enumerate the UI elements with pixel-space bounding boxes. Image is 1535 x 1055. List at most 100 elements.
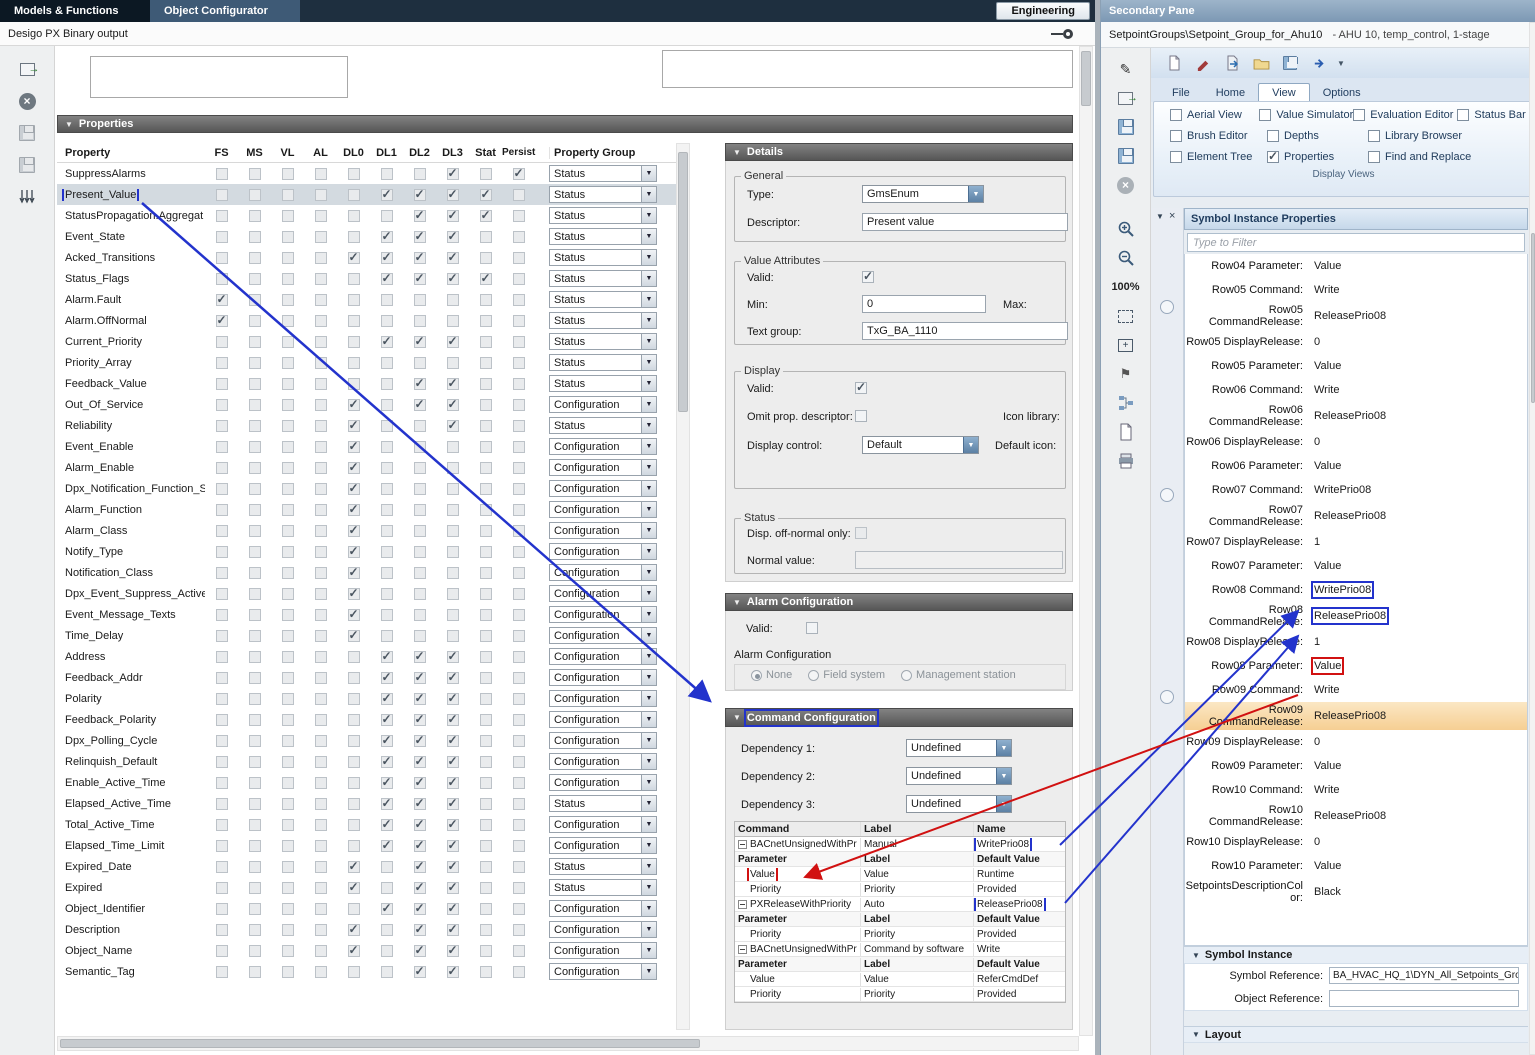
save-icon[interactable] — [16, 122, 38, 144]
check-cell[interactable] — [337, 903, 370, 915]
valid-checkbox[interactable] — [862, 271, 874, 283]
alarm-panel-header[interactable]: ▼ Alarm Configuration — [725, 593, 1073, 611]
table-row[interactable]: Relinquish_Default Configuration ▼ — [57, 751, 676, 772]
check-cell[interactable] — [337, 735, 370, 747]
check-cell[interactable] — [502, 504, 535, 516]
check-cell[interactable] — [502, 483, 535, 495]
check-cell[interactable] — [469, 924, 502, 936]
check-cell[interactable] — [370, 483, 403, 495]
check-cell[interactable] — [238, 315, 271, 327]
check-cell[interactable] — [238, 252, 271, 264]
check-cell[interactable] — [436, 714, 469, 726]
check-cell[interactable] — [403, 882, 436, 894]
check-cell[interactable] — [271, 210, 304, 222]
save-icon[interactable] — [1115, 116, 1137, 138]
check-cell[interactable] — [370, 672, 403, 684]
check-cell[interactable] — [403, 924, 436, 936]
scrollbar-thumb[interactable] — [1081, 51, 1091, 106]
check-cell[interactable] — [403, 462, 436, 474]
check-cell[interactable] — [403, 735, 436, 747]
check-cell[interactable] — [403, 588, 436, 600]
check-cell[interactable] — [436, 483, 469, 495]
check-cell[interactable] — [238, 819, 271, 831]
scrollbar-thumb[interactable] — [60, 1039, 700, 1048]
check-cell[interactable] — [436, 588, 469, 600]
check-cell[interactable] — [238, 945, 271, 957]
check-cell[interactable] — [271, 231, 304, 243]
check-cell[interactable] — [271, 168, 304, 180]
check-cell[interactable] — [370, 546, 403, 558]
command-table-row[interactable]: PriorityPriorityProvided — [735, 882, 1065, 897]
check-cell[interactable] — [304, 714, 337, 726]
table-row[interactable]: Alarm_Class Configuration ▼ — [57, 520, 676, 541]
check-cell[interactable] — [205, 819, 238, 831]
radio-none[interactable]: None — [751, 669, 792, 681]
check-cell[interactable] — [370, 924, 403, 936]
column-header-fs[interactable]: FS — [205, 147, 238, 159]
chevron-down-icon[interactable]: ▼ — [641, 481, 656, 496]
check-cell[interactable] — [436, 651, 469, 663]
check-cell[interactable] — [304, 777, 337, 789]
check-cell[interactable] — [502, 945, 535, 957]
check-cell[interactable] — [337, 588, 370, 600]
check-cell[interactable] — [238, 756, 271, 768]
check-cell[interactable] — [370, 504, 403, 516]
table-row[interactable]: Expired_Date Status ▼ — [57, 856, 676, 877]
property-grid-row[interactable]: Row10 Parameter:Value — [1185, 854, 1527, 878]
chevron-down-icon[interactable]: ▼ — [641, 649, 656, 664]
chevron-down-icon[interactable]: ▼ — [641, 439, 656, 454]
check-cell[interactable] — [304, 525, 337, 537]
check-cell[interactable] — [337, 945, 370, 957]
chevron-down-icon[interactable]: ▼ — [641, 208, 656, 223]
sort-columns-icon[interactable] — [16, 186, 38, 208]
check-cell[interactable] — [403, 861, 436, 873]
type-combobox[interactable]: GmsEnum ▼ — [862, 185, 984, 203]
check-cell[interactable] — [370, 777, 403, 789]
property-group-dropdown[interactable]: Configuration ▼ — [549, 816, 657, 833]
edit-red-icon[interactable] — [1192, 52, 1214, 74]
check-cell[interactable] — [403, 315, 436, 327]
check-cell[interactable] — [403, 420, 436, 432]
check-cell[interactable] — [370, 567, 403, 579]
check-cell[interactable] — [403, 357, 436, 369]
collapse-icon[interactable] — [738, 840, 747, 849]
check-cell[interactable] — [238, 378, 271, 390]
check-cell[interactable] — [502, 819, 535, 831]
check-cell[interactable] — [205, 756, 238, 768]
check-cell[interactable] — [337, 798, 370, 810]
command-table-row[interactable]: ValueValueRuntime — [735, 867, 1065, 882]
check-cell[interactable] — [370, 294, 403, 306]
table-row[interactable]: Dpx_Polling_Cycle Configuration ▼ — [57, 730, 676, 751]
property-grid-row[interactable]: Row08 Parameter:Value — [1185, 654, 1527, 678]
property-group-dropdown[interactable]: Status ▼ — [549, 207, 657, 224]
table-row[interactable]: Event_Message_Texts Configuration ▼ — [57, 604, 676, 625]
check-cell[interactable] — [370, 861, 403, 873]
check-cell[interactable] — [337, 378, 370, 390]
check-cell[interactable] — [436, 546, 469, 558]
check-cell[interactable] — [238, 231, 271, 243]
display-valid-checkbox[interactable] — [855, 382, 867, 394]
check-cell[interactable] — [403, 378, 436, 390]
check-cell[interactable] — [502, 252, 535, 264]
check-cell[interactable] — [271, 420, 304, 432]
check-cell[interactable] — [436, 294, 469, 306]
property-group-dropdown[interactable]: Status ▼ — [549, 879, 657, 896]
check-cell[interactable] — [205, 588, 238, 600]
check-cell[interactable] — [304, 588, 337, 600]
check-cell[interactable] — [205, 798, 238, 810]
check-cell[interactable] — [271, 861, 304, 873]
check-cell[interactable] — [469, 756, 502, 768]
check-cell[interactable] — [238, 294, 271, 306]
chevron-down-icon[interactable]: ▼ — [996, 768, 1011, 784]
table-row[interactable]: Present_Value Status ▼ — [57, 184, 676, 205]
check-cell[interactable] — [205, 504, 238, 516]
check-cell[interactable] — [502, 924, 535, 936]
check-cell[interactable] — [337, 483, 370, 495]
check-cell[interactable] — [271, 525, 304, 537]
check-cell[interactable] — [271, 336, 304, 348]
property-group-dropdown[interactable]: Configuration ▼ — [549, 543, 657, 560]
check-cell[interactable] — [304, 336, 337, 348]
chevron-down-icon[interactable]: ▼ — [641, 460, 656, 475]
table-row[interactable]: Object_Name Configuration ▼ — [57, 940, 676, 961]
chevron-down-icon[interactable]: ▼ — [641, 670, 656, 685]
